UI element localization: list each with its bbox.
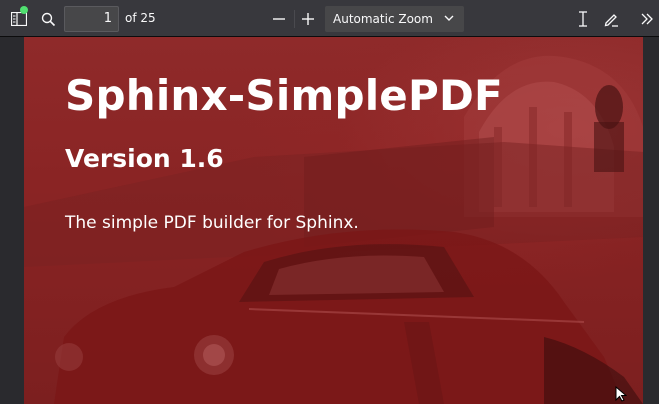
- zoom-select[interactable]: Automatic Zoom: [325, 6, 464, 32]
- pdf-toolbar: 1 of 25 Automatic Zoom: [0, 0, 659, 37]
- chevron-down-icon: [444, 15, 454, 21]
- document-version: Version 1.6: [65, 144, 224, 173]
- zoom-in-button[interactable]: [295, 6, 321, 32]
- page-number-input[interactable]: 1: [64, 6, 119, 32]
- document-viewer[interactable]: Sphinx-SimplePDF Version 1.6 The simple …: [0, 37, 659, 404]
- text-select-tool-button[interactable]: [570, 6, 596, 32]
- zoom-in-icon: [302, 13, 314, 25]
- zoom-out-button[interactable]: [266, 6, 292, 32]
- zoom-out-icon: [273, 18, 285, 20]
- notification-dot: [20, 6, 28, 14]
- double-chevron-right-icon: [641, 13, 653, 25]
- draw-annotation-button[interactable]: [598, 6, 624, 32]
- page-count-label: of 25: [125, 11, 156, 25]
- search-button[interactable]: [35, 6, 61, 32]
- sidebar-toggle-button[interactable]: [6, 6, 32, 32]
- search-icon: [41, 12, 55, 26]
- tools-menu-button[interactable]: [634, 6, 659, 32]
- mouse-cursor-icon: [615, 386, 627, 402]
- sidebar-toggle-icon: [11, 12, 27, 26]
- document-title: Sphinx-SimplePDF: [65, 71, 503, 120]
- pen-edit-icon: [604, 14, 618, 27]
- zoom-select-value: Automatic Zoom: [333, 12, 433, 26]
- pdf-page: Sphinx-SimplePDF Version 1.6 The simple …: [24, 37, 643, 404]
- document-tagline: The simple PDF builder for Sphinx.: [65, 213, 359, 233]
- text-cursor-icon: [579, 11, 587, 27]
